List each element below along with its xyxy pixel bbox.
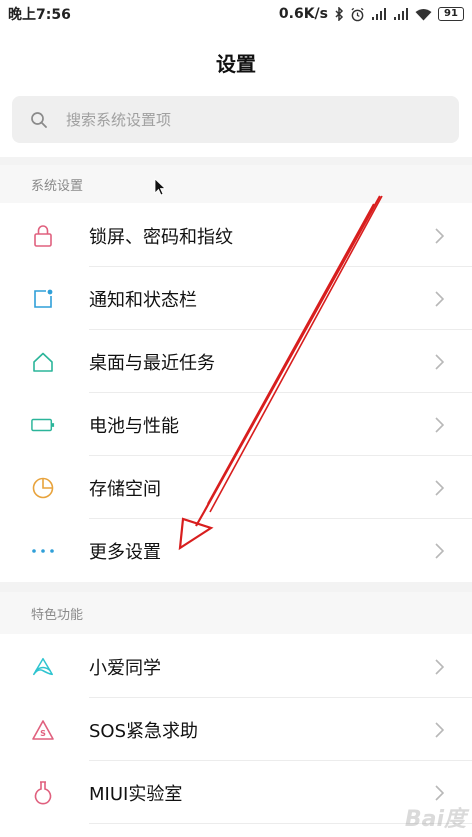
chevron-right-icon xyxy=(435,353,444,370)
sos-icon: S xyxy=(31,718,55,742)
settings-item-label: 小爱同学 xyxy=(89,657,161,679)
settings-item-label: 通知和状态栏 xyxy=(89,289,197,311)
home-icon xyxy=(31,350,55,374)
page-title: 设置 xyxy=(216,52,256,76)
settings-item-label: MIUI实验室 xyxy=(89,783,183,805)
chevron-right-icon xyxy=(435,290,444,307)
chevron-right-icon xyxy=(435,784,444,801)
settings-item-miui-lab[interactable]: MIUI实验室 xyxy=(0,761,472,824)
settings-item-notifications[interactable]: 通知和状态栏 xyxy=(0,267,472,330)
signal-icon xyxy=(372,7,386,20)
settings-item-label: 存储空间 xyxy=(89,478,161,500)
settings-item-storage[interactable]: 存储空间 xyxy=(0,456,472,519)
settings-item-label: 更多设置 xyxy=(89,541,161,563)
alarm-icon xyxy=(351,7,364,21)
section-header-system: 系统设置 xyxy=(0,165,472,203)
network-speed: 0.6K/s xyxy=(278,6,328,22)
svg-text:S: S xyxy=(40,729,46,738)
lab-flask-icon xyxy=(31,780,55,805)
search-bar[interactable] xyxy=(12,96,459,143)
chevron-right-icon xyxy=(435,721,444,738)
battery-indicator: 91 xyxy=(438,7,464,21)
signal-icon-2 xyxy=(394,7,408,20)
settings-item-lockscreen[interactable]: 锁屏、密码和指纹 xyxy=(0,204,472,267)
settings-item-label: 电池与性能 xyxy=(89,415,179,437)
chevron-right-icon xyxy=(435,658,444,675)
settings-item-more[interactable]: 更多设置 xyxy=(0,519,472,582)
status-bar: 晚上7:56 0.6K/s 91 xyxy=(0,0,472,28)
mouse-cursor-icon xyxy=(154,178,166,196)
lock-icon xyxy=(31,224,55,248)
watermark: Bai度 xyxy=(404,807,466,832)
settings-item-desktop[interactable]: 桌面与最近任务 xyxy=(0,330,472,393)
settings-item-xiaoai[interactable]: 小爱同学 xyxy=(0,635,472,698)
settings-item-label: SOS紧急求助 xyxy=(89,720,199,742)
battery-icon xyxy=(31,413,55,437)
settings-item-label: 锁屏、密码和指纹 xyxy=(89,226,233,248)
notification-icon xyxy=(31,287,55,311)
search-input[interactable] xyxy=(66,110,426,129)
status-time: 晚上7:56 xyxy=(8,7,71,23)
bluetooth-icon xyxy=(335,7,344,21)
settings-item-battery[interactable]: 电池与性能 xyxy=(0,393,472,456)
settings-item-sos[interactable]: S SOS紧急求助 xyxy=(0,698,472,761)
settings-item-label: 桌面与最近任务 xyxy=(89,352,215,374)
storage-pie-icon xyxy=(31,476,55,500)
chevron-right-icon xyxy=(435,479,444,496)
section-divider xyxy=(0,582,472,592)
section-header-features: 特色功能 xyxy=(0,592,472,634)
chevron-right-icon xyxy=(435,227,444,244)
status-icons: 0.6K/s 91 xyxy=(279,6,464,22)
wifi-icon xyxy=(415,8,432,20)
search-icon xyxy=(31,111,47,128)
xiaoai-icon xyxy=(31,655,55,679)
chevron-right-icon xyxy=(435,416,444,433)
more-dots-icon xyxy=(31,539,55,563)
chevron-right-icon xyxy=(435,542,444,559)
